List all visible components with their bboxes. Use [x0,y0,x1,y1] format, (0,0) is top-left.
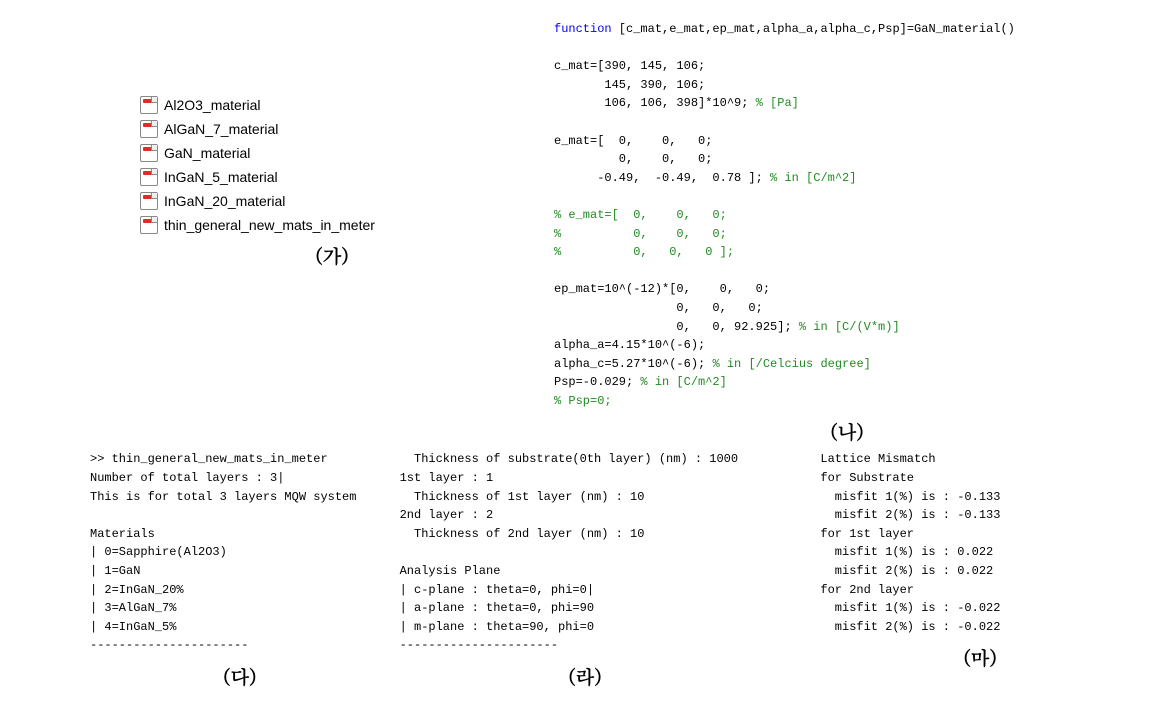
code-block-e: Lattice Mismatch for Substrate misfit 1(… [820,450,1140,636]
code-block-b: function [c_mat,e_mat,ep_mat,alpha_a,alp… [554,20,1140,410]
out-line: misfit 1(%) is : -0.133 [820,490,1000,504]
out-line: This is for total 3 layers MQW system [90,490,356,504]
panel-a: Al2O3_material AlGaN_7_material GaN_mate… [20,20,524,445]
code-line: e_mat=[ 0, 0, 0; [554,134,712,148]
out-line: 2nd layer : 2 [400,508,494,522]
bottom-row: >> thin_general_new_mats_in_meter Number… [20,450,1140,690]
code-line: 106, 106, 398]*10^9; [554,96,756,110]
out-line: | 4=InGaN_5% [90,620,176,634]
code-line: alpha_a=4.15*10^(-6); [554,338,705,352]
out-line: Thickness of 2nd layer (nm) : 10 [400,527,645,541]
matlab-file-icon [140,168,158,186]
out-line: Analysis Plane [400,564,501,578]
code-line: 0, 0, 0; [554,301,763,315]
file-name: GaN_material [164,145,250,161]
panel-b-label: (나) [554,418,1140,445]
code-comment: % in [/Celcius degree] [712,357,870,371]
matlab-file-icon [140,192,158,210]
panel-a-label: (가) [140,242,524,269]
out-line: misfit 2(%) is : -0.022 [820,620,1000,634]
file-item: thin_general_new_mats_in_meter [140,216,524,234]
out-line: Thickness of substrate(0th layer) (nm) :… [400,452,738,466]
file-name: AlGaN_7_material [164,121,278,137]
keyword-function: function [554,22,612,36]
code-line: 0, 0, 92.925]; [554,320,799,334]
out-line: for 2nd layer [820,583,914,597]
code-comment: % 0, 0, 0 ]; [554,245,734,259]
code-block-c: >> thin_general_new_mats_in_meter Number… [90,450,390,655]
code-line: -0.49, -0.49, 0.78 ]; [554,171,770,185]
code-line: 0, 0, 0; [554,152,712,166]
panel-e-label: (마) [820,644,1140,671]
code-line: c_mat=[390, 145, 106; [554,59,705,73]
out-line: ---------------------- [400,638,558,652]
file-item: Al2O3_material [140,96,524,114]
panel-c: >> thin_general_new_mats_in_meter Number… [20,450,390,690]
out-line: for 1st layer [820,527,914,541]
out-line: misfit 1(%) is : -0.022 [820,601,1000,615]
out-line: ---------------------- [90,638,248,652]
top-row: Al2O3_material AlGaN_7_material GaN_mate… [20,20,1140,445]
out-line: Number of total layers : 3| [90,471,284,485]
code-comment: % Psp=0; [554,394,612,408]
out-line: misfit 2(%) is : -0.133 [820,508,1000,522]
out-line: misfit 1(%) is : 0.022 [820,545,993,559]
code-comment: % 0, 0, 0; [554,227,727,241]
panel-e: Lattice Mismatch for Substrate misfit 1(… [770,450,1140,690]
code-line: alpha_c=5.27*10^(-6); [554,357,712,371]
file-list: Al2O3_material AlGaN_7_material GaN_mate… [140,96,524,234]
file-name: thin_general_new_mats_in_meter [164,217,375,233]
file-name: InGaN_20_material [164,193,285,209]
code-line: 145, 390, 106; [554,78,705,92]
matlab-file-icon [140,144,158,162]
code-comment: % e_mat=[ 0, 0, 0; [554,208,727,222]
out-line: | a-plane : theta=0, phi=90 [400,601,594,615]
file-item: InGaN_20_material [140,192,524,210]
out-line: | 1=GaN [90,564,140,578]
out-line: Lattice Mismatch [820,452,935,466]
code-line: ep_mat=10^(-12)*[0, 0, 0; [554,282,770,296]
out-line: | c-plane : theta=0, phi=0| [400,583,594,597]
code-comment: % in [C/m^2] [640,375,726,389]
out-line: | 3=AlGaN_7% [90,601,176,615]
panel-b: function [c_mat,e_mat,ep_mat,alpha_a,alp… [524,20,1140,445]
file-name: Al2O3_material [164,97,261,113]
out-line: for Substrate [820,471,914,485]
code-comment: % [Pa] [756,96,799,110]
matlab-file-icon [140,120,158,138]
matlab-file-icon [140,96,158,114]
code-comment: % in [C/m^2] [770,171,856,185]
code-comment: % in [C/(V*m)] [799,320,900,334]
out-line: >> thin_general_new_mats_in_meter [90,452,328,466]
out-line: 1st layer : 1 [400,471,494,485]
file-item: InGaN_5_material [140,168,524,186]
panel-d: Thickness of substrate(0th layer) (nm) :… [390,450,771,690]
code-line: Psp=-0.029; [554,375,640,389]
matlab-file-icon [140,216,158,234]
out-line: | m-plane : theta=90, phi=0 [400,620,594,634]
out-line: misfit 2(%) is : 0.022 [820,564,993,578]
out-line: | 2=InGaN_20% [90,583,184,597]
out-line: Materials [90,527,155,541]
file-item: GaN_material [140,144,524,162]
file-item: AlGaN_7_material [140,120,524,138]
file-name: InGaN_5_material [164,169,278,185]
func-sig: [c_mat,e_mat,ep_mat,alpha_a,alpha_c,Psp]… [612,22,1015,36]
out-line: | 0=Sapphire(Al2O3) [90,545,227,559]
out-line: Thickness of 1st layer (nm) : 10 [400,490,645,504]
code-block-d: Thickness of substrate(0th layer) (nm) :… [400,450,771,655]
